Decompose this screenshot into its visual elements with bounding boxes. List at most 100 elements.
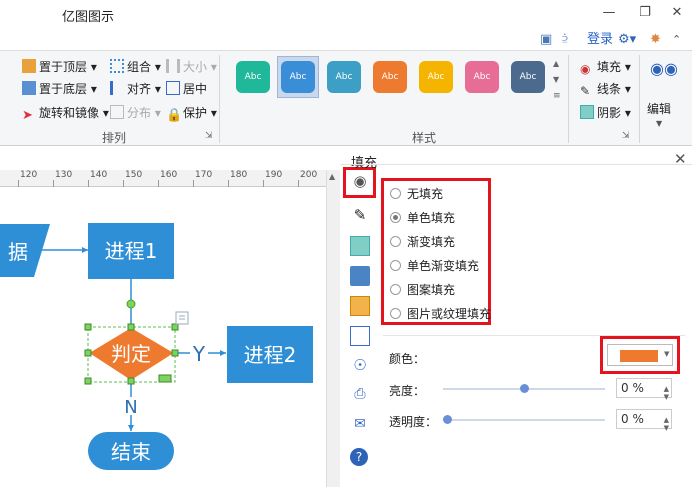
- align-button[interactable]: 对齐 ▾: [110, 79, 161, 99]
- line-button[interactable]: ✎ 线条 ▾: [580, 79, 631, 99]
- group-button[interactable]: 组合 ▾: [110, 57, 161, 77]
- style-swatch-5[interactable]: Abc: [419, 61, 453, 93]
- radio-button[interactable]: [390, 212, 401, 223]
- radio-button[interactable]: [390, 284, 401, 295]
- vertical-scrollbar[interactable]: ▲: [326, 170, 340, 487]
- protect-button[interactable]: 🔒保护 ▾: [166, 103, 217, 123]
- share-icon[interactable]: ⫄: [562, 30, 568, 50]
- restore-icon[interactable]: ❐: [632, 3, 658, 23]
- share-window-icon[interactable]: ▣: [540, 30, 552, 50]
- style-swatch-1[interactable]: Abc: [236, 61, 270, 93]
- transparency-slider[interactable]: [443, 419, 605, 421]
- edit-button[interactable]: 编辑: [647, 99, 671, 119]
- layer-icon[interactable]: [350, 296, 370, 316]
- resize-handle[interactable]: [127, 377, 135, 385]
- bring-front-icon: [22, 59, 36, 73]
- settings-gear-icon[interactable]: ⚙▾: [618, 30, 636, 50]
- fill-option-6[interactable]: 图片或纹理填充: [390, 305, 491, 323]
- radio-button[interactable]: [390, 308, 401, 319]
- diagram-canvas[interactable]: 据 进程1 判定 Y N 进程2 结束: [0, 187, 326, 487]
- resize-handle[interactable]: [84, 323, 92, 331]
- resize-handle[interactable]: [171, 323, 179, 331]
- shadow-button[interactable]: 阴影 ▾: [580, 103, 631, 123]
- transparency-input[interactable]: 0 % ▲ ▼: [616, 409, 672, 432]
- ruler-tick-mark: [263, 180, 264, 187]
- binoculars-icon[interactable]: ◉◉: [650, 59, 678, 81]
- brightness-input[interactable]: 0 % ▲ ▼: [616, 378, 672, 401]
- line-pen-icon[interactable]: ✎: [350, 206, 370, 226]
- size-button[interactable]: 大小 ▾: [166, 57, 217, 77]
- ruler-tick-label: 190: [265, 170, 283, 180]
- collapse-ribbon-icon[interactable]: ⌃: [672, 30, 681, 50]
- style-swatch-4[interactable]: Abc: [373, 61, 407, 93]
- brightness-slider-knob[interactable]: [520, 384, 529, 393]
- transparency-slider-knob[interactable]: [443, 415, 452, 424]
- ruler-tick-label: 170: [195, 170, 213, 180]
- ruler-tick-mark: [193, 180, 194, 187]
- no-label: N: [124, 397, 137, 418]
- ruler-tick-mark: [298, 180, 299, 187]
- shadow-swatch-icon[interactable]: [350, 236, 370, 256]
- edit-dropdown-icon[interactable]: ▼: [656, 119, 662, 128]
- resize-handle[interactable]: [84, 349, 92, 357]
- radio-button[interactable]: [390, 236, 401, 247]
- process1-label: 进程1: [105, 239, 158, 263]
- fill-option-4[interactable]: 单色渐变填充: [390, 257, 479, 275]
- login-link[interactable]: 登录: [587, 30, 613, 50]
- fill-option-label: 图片或纹理填充: [407, 307, 492, 321]
- fill-option-1[interactable]: 无填充: [390, 185, 443, 203]
- style-swatch-7[interactable]: Abc: [511, 61, 545, 93]
- radio-button[interactable]: [390, 188, 401, 199]
- comment-icon[interactable]: ✉: [350, 416, 370, 436]
- arrange-group-label: 排列: [102, 131, 127, 145]
- radio-button[interactable]: [390, 260, 401, 271]
- rotate-icon: ➤: [22, 108, 33, 123]
- styles-scroll-up-icon[interactable]: ▲: [553, 59, 559, 68]
- panel-divider: [340, 164, 692, 165]
- fill-option-5[interactable]: 图案填充: [390, 281, 455, 299]
- center-button[interactable]: 居中: [166, 79, 207, 99]
- scroll-up-icon[interactable]: ▲: [329, 172, 335, 181]
- resize-handle[interactable]: [127, 323, 135, 331]
- spin-down-icon[interactable]: ▼: [664, 419, 669, 437]
- color-picker-button[interactable]: ▼: [607, 344, 673, 366]
- close-icon[interactable]: ✕: [674, 150, 687, 168]
- ruler-tick-label: 140: [90, 170, 108, 180]
- rotate-mirror-button[interactable]: ➤ 旋转和镜像 ▾: [22, 103, 109, 123]
- styles-scroll-down-icon[interactable]: ▼: [553, 75, 559, 84]
- help-icon[interactable]: ?: [350, 448, 368, 466]
- fill-option-3[interactable]: 渐变填充: [390, 233, 455, 251]
- rotation-handle[interactable]: [126, 299, 136, 309]
- resize-handle[interactable]: [84, 377, 92, 385]
- style-swatch-2[interactable]: Abc: [281, 61, 315, 93]
- styles-more-icon[interactable]: ≡: [553, 91, 561, 101]
- fill-option-2[interactable]: 单色填充: [390, 209, 455, 227]
- paint-bucket-icon: ◉: [580, 62, 591, 76]
- text-handle[interactable]: [158, 374, 172, 383]
- align-icon: [110, 81, 124, 95]
- note-icon[interactable]: [175, 311, 189, 325]
- document-icon[interactable]: [350, 326, 370, 346]
- distribute-button[interactable]: 分布 ▾: [110, 103, 161, 123]
- fill-button[interactable]: ◉ 填充 ▾: [580, 57, 631, 77]
- minimize-icon[interactable]: —: [596, 3, 622, 23]
- app-logo-icon[interactable]: ✸: [650, 30, 661, 50]
- globe-icon[interactable]: ☉: [350, 356, 370, 376]
- arrowhead: [128, 425, 134, 431]
- style-swatch-6[interactable]: Abc: [465, 61, 499, 93]
- image-icon[interactable]: [350, 266, 370, 286]
- resize-handle[interactable]: [171, 349, 179, 357]
- color-swatch: [620, 350, 658, 362]
- bring-to-front-button[interactable]: 置于顶层 ▾: [22, 57, 97, 77]
- send-to-back-button[interactable]: 置于底层 ▾: [22, 79, 97, 99]
- attachment-icon[interactable]: ⎙: [350, 386, 370, 406]
- close-icon[interactable]: ✕: [664, 3, 690, 23]
- ruler-tick-label: 160: [160, 170, 178, 180]
- arrange-dialog-launcher-icon[interactable]: ⇲: [205, 131, 213, 141]
- style-dialog-launcher-icon[interactable]: ⇲: [622, 131, 630, 141]
- center-icon: [166, 81, 180, 95]
- fill-option-label: 无填充: [407, 187, 444, 201]
- fill-bucket-icon[interactable]: ◉: [350, 172, 370, 192]
- spin-down-icon[interactable]: ▼: [664, 388, 669, 406]
- style-swatch-3[interactable]: Abc: [327, 61, 361, 93]
